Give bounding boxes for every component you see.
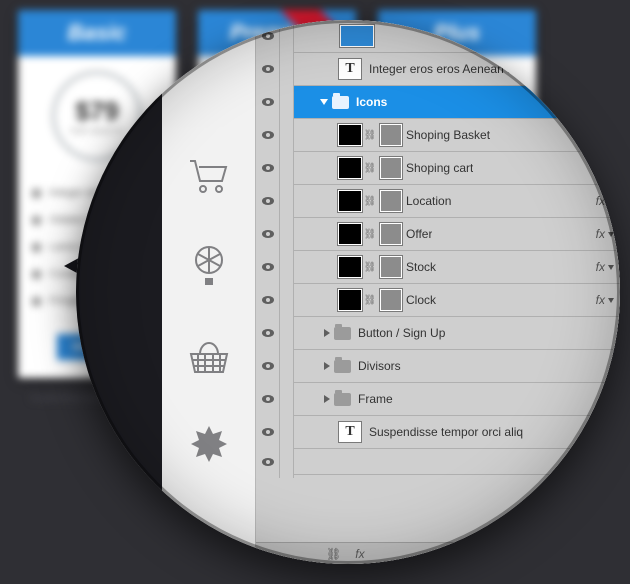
layer-name[interactable]: Suspendisse tempor orci aliq bbox=[369, 425, 523, 439]
visibility-toggle[interactable] bbox=[256, 185, 280, 218]
disclosure-triangle-icon[interactable] bbox=[320, 99, 328, 105]
shopping-basket-icon bbox=[186, 340, 232, 376]
layer-row[interactable]: ⛓ Shoping cart fx bbox=[256, 152, 620, 185]
layer-thumbnail: ⛓ bbox=[338, 190, 402, 212]
disclosure-triangle-icon[interactable] bbox=[324, 395, 330, 403]
magnifier-lens: T Integer eros eros Aenean t Icons bbox=[76, 20, 620, 564]
layer-row[interactable]: ⛓ Location fx bbox=[256, 185, 620, 218]
visibility-toggle[interactable] bbox=[256, 350, 280, 383]
lock-column[interactable] bbox=[280, 416, 294, 449]
layer-effects-icon[interactable]: fx bbox=[596, 293, 614, 307]
link-icon[interactable]: ⛓ bbox=[365, 260, 375, 274]
visibility-toggle[interactable] bbox=[256, 152, 280, 185]
folder-icon bbox=[334, 393, 351, 406]
visibility-toggle[interactable] bbox=[256, 251, 280, 284]
layer-name[interactable]: Button / Sign Up bbox=[358, 326, 445, 340]
layer-thumbnail bbox=[340, 25, 374, 47]
disclosure-triangle-icon[interactable] bbox=[324, 329, 330, 337]
lock-column[interactable] bbox=[280, 350, 294, 383]
layer-name[interactable]: Shoping Basket bbox=[406, 128, 490, 142]
visibility-toggle[interactable] bbox=[256, 284, 280, 317]
visibility-toggle[interactable] bbox=[256, 317, 280, 350]
star-burst-icon bbox=[187, 424, 231, 468]
chevron-down-icon bbox=[608, 199, 614, 204]
layer-row[interactable]: ⛓ Offer fx bbox=[256, 218, 620, 251]
link-icon[interactable]: ⛓ bbox=[365, 293, 375, 307]
link-layers-icon[interactable]: ⛓ bbox=[326, 547, 341, 561]
type-layer-icon: T bbox=[338, 58, 362, 80]
type-layer-icon: T bbox=[338, 421, 362, 443]
hot-air-balloon-icon bbox=[189, 244, 229, 292]
visibility-toggle[interactable] bbox=[256, 53, 280, 86]
lens-dark-strip bbox=[76, 20, 162, 564]
layer-name[interactable]: Integer eros eros Aenean t bbox=[369, 62, 510, 76]
layer-name[interactable]: Offer bbox=[406, 227, 432, 241]
lock-column[interactable] bbox=[280, 185, 294, 218]
link-icon[interactable]: ⛓ bbox=[365, 194, 375, 208]
lock-column[interactable] bbox=[280, 284, 294, 317]
layer-thumbnail: ⛓ bbox=[338, 223, 402, 245]
layer-effects-icon[interactable]: fx bbox=[596, 260, 614, 274]
layer-row[interactable]: ⛓ Shoping Basket bbox=[256, 119, 620, 152]
link-icon[interactable]: ⛓ bbox=[365, 227, 375, 241]
visibility-toggle[interactable] bbox=[256, 445, 280, 478]
icon-preview-column bbox=[162, 20, 256, 564]
lock-column[interactable] bbox=[280, 445, 294, 478]
layer-name[interactable]: Shoping cart bbox=[406, 161, 473, 175]
layer-effects-icon[interactable]: fx bbox=[596, 194, 614, 208]
layer-name[interactable]: Icons bbox=[356, 95, 387, 109]
disclosure-triangle-icon[interactable] bbox=[324, 362, 330, 370]
add-effects-icon[interactable]: fx bbox=[355, 547, 364, 561]
visibility-toggle[interactable] bbox=[256, 20, 280, 53]
layer-row[interactable] bbox=[256, 20, 620, 53]
layer-name[interactable]: Clock bbox=[406, 293, 436, 307]
link-icon[interactable]: ⛓ bbox=[365, 128, 375, 142]
layer-effects-icon[interactable]: fx bbox=[596, 161, 614, 175]
layer-thumbnail: ⛓ bbox=[338, 157, 402, 179]
lock-column[interactable] bbox=[280, 218, 294, 251]
folder-icon bbox=[334, 360, 351, 373]
visibility-toggle[interactable] bbox=[256, 416, 280, 449]
layer-group-icons[interactable]: Icons bbox=[256, 86, 620, 119]
layer-name[interactable]: Stock bbox=[406, 260, 436, 274]
chevron-down-icon bbox=[608, 298, 614, 303]
layer-name[interactable]: Frame bbox=[358, 392, 393, 406]
layers-panel-footer: ⛓ fx bbox=[256, 524, 620, 564]
lock-column[interactable] bbox=[280, 53, 294, 86]
lock-column[interactable] bbox=[280, 20, 294, 53]
lock-column[interactable] bbox=[280, 383, 294, 416]
layer-name[interactable]: Location bbox=[406, 194, 451, 208]
layers-panel: T Integer eros eros Aenean t Icons bbox=[256, 20, 620, 564]
chevron-down-icon bbox=[608, 166, 614, 171]
lock-column[interactable] bbox=[280, 86, 294, 119]
layer-row-text[interactable]: T Suspendisse tempor orci aliq bbox=[256, 416, 620, 449]
layer-row[interactable] bbox=[256, 449, 620, 475]
layer-thumbnail: ⛓ bbox=[338, 124, 402, 146]
layer-group[interactable]: Button / Sign Up bbox=[256, 317, 620, 350]
layer-thumbnail: ⛓ bbox=[338, 289, 402, 311]
layer-group[interactable]: Divisors bbox=[256, 350, 620, 383]
lock-column[interactable] bbox=[280, 251, 294, 284]
lock-column[interactable] bbox=[280, 119, 294, 152]
lock-column[interactable] bbox=[280, 152, 294, 185]
visibility-toggle[interactable] bbox=[256, 119, 280, 152]
layer-name[interactable]: Divisors bbox=[358, 359, 401, 373]
chevron-down-icon bbox=[608, 265, 614, 270]
layer-effects-icon[interactable]: fx bbox=[596, 227, 614, 241]
layer-thumbnail: ⛓ bbox=[338, 256, 402, 278]
layer-row-text[interactable]: T Integer eros eros Aenean t bbox=[256, 53, 620, 86]
visibility-toggle[interactable] bbox=[256, 218, 280, 251]
lock-column[interactable] bbox=[280, 317, 294, 350]
folder-icon bbox=[332, 96, 349, 109]
chevron-down-icon bbox=[608, 232, 614, 237]
layer-group[interactable]: Frame bbox=[256, 383, 620, 416]
layer-row[interactable]: ⛓ Clock fx bbox=[256, 284, 620, 317]
visibility-toggle[interactable] bbox=[256, 86, 280, 119]
layer-row[interactable]: ⛓ Stock fx bbox=[256, 251, 620, 284]
visibility-toggle[interactable] bbox=[256, 383, 280, 416]
folder-icon bbox=[334, 327, 351, 340]
shopping-cart-icon bbox=[187, 156, 231, 196]
link-icon[interactable]: ⛓ bbox=[365, 161, 375, 175]
